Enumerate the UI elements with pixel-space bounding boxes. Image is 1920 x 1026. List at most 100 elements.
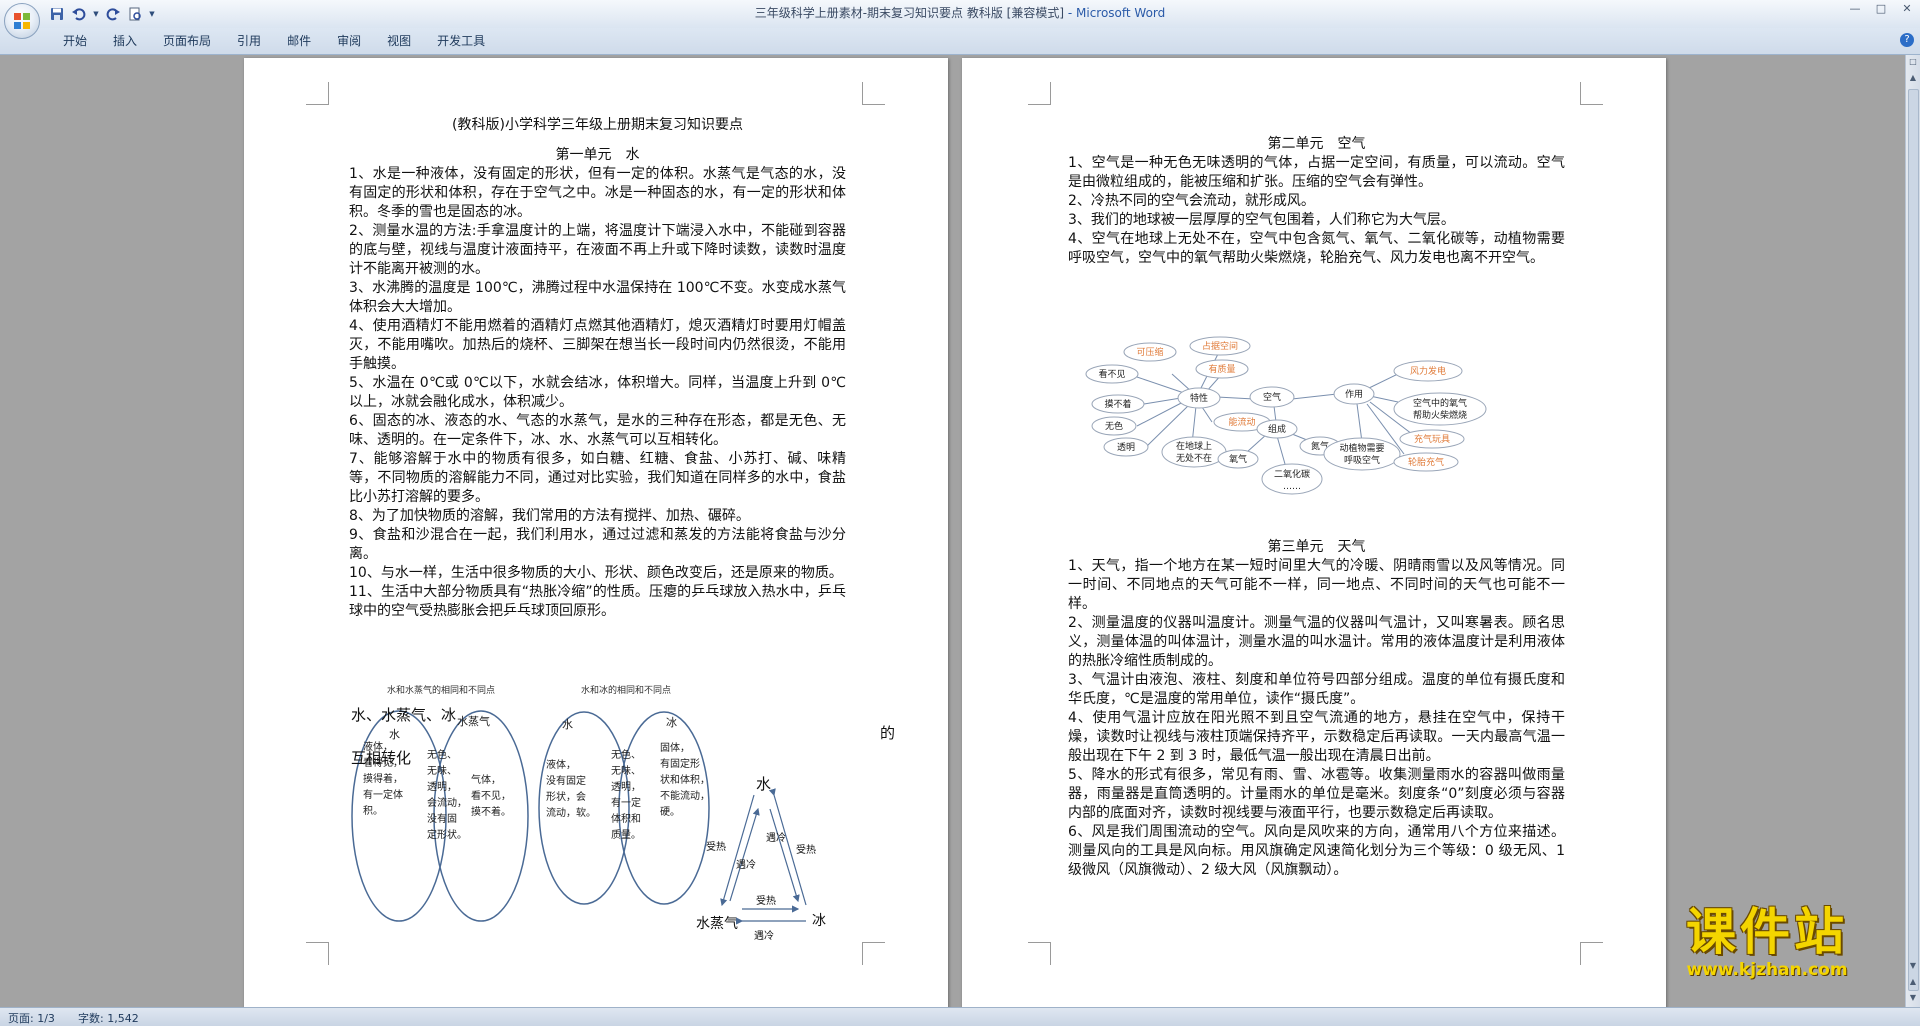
- tab-review[interactable]: 审阅: [324, 28, 374, 54]
- ribbon-tabs: 开始 插入 页面布局 引用 邮件 审阅 视图 开发工具: [50, 28, 498, 54]
- crop-mark: [1580, 942, 1603, 965]
- tab-view[interactable]: 视图: [374, 28, 424, 54]
- mindmap-node: 帮助火柴燃烧: [1413, 409, 1467, 421]
- venn-text: 看不见，: [471, 789, 511, 802]
- arrow: [720, 794, 755, 907]
- venn-text: 有一定体: [363, 788, 403, 801]
- air-mindmap: 可压缩 占据空间 有质量 看不见 摸不着 无色 透明 特性 能流动 在地球上 无…: [1085, 336, 1487, 495]
- close-icon[interactable]: ✕: [1894, 0, 1920, 20]
- venn-label: 冰: [666, 716, 677, 729]
- mindmap-node-composition: 组成: [1268, 423, 1286, 435]
- crop-mark: [862, 942, 885, 965]
- print-preview-icon[interactable]: [126, 5, 144, 23]
- office-button[interactable]: [4, 3, 40, 39]
- customize-toolbar-icon[interactable]: ▼: [148, 5, 156, 23]
- page-2-unit-3: 第三单元 天气 1、天气，指一个地方在某一短时间里大气的冷暖、阴晴雨雪以及风等情…: [1068, 538, 1565, 880]
- paragraph: 3、气温计由液泡、液柱、刻度和单位符号四部分组成。温度的单位有摄氏度和华氏度，℃…: [1068, 672, 1565, 707]
- arrow: [769, 808, 800, 903]
- word-count[interactable]: 字数: 1,542: [78, 1010, 139, 1026]
- paragraph: 7、能够溶解于水中的物质有很多，如白糖、红糖、食盐、小苏打、碱、味精等，不同物质…: [349, 451, 846, 505]
- crop-mark: [1580, 82, 1603, 105]
- document-title: (教科版)小学科学三年级上册期末复习知识要点: [452, 117, 743, 133]
- paragraph: 4、使用气温计应放在阳光照不到且空气流通的地方，悬挂在空气中，保持干燥，读数时让…: [1068, 710, 1565, 764]
- mindmap-node: ……: [1283, 482, 1301, 492]
- page-2: 第二单元 空气 1、空气是一种无色无味透明的气体，占据一定空间，有质量，可以流动…: [962, 58, 1666, 1007]
- venn-label: 水: [389, 728, 400, 741]
- app-name: - Microsoft Word: [1064, 6, 1166, 20]
- mindmap-node: 可压缩: [1136, 346, 1163, 358]
- next-page-icon[interactable]: ▼: [1906, 991, 1920, 1005]
- window-controls: — □ ✕: [1842, 0, 1920, 20]
- mindmap-node: 充气玩具: [1414, 433, 1450, 445]
- venn-text: 透明，: [611, 781, 641, 793]
- crop-mark: [1028, 942, 1051, 965]
- label-cool: 遇冷: [736, 858, 756, 871]
- minimize-icon[interactable]: —: [1842, 0, 1868, 20]
- venn-text: 流动，软。: [546, 806, 596, 819]
- paragraph: 8、为了加快物质的溶解，我们常用的方法有搅拌、加热、碾碎。: [349, 508, 750, 524]
- title-bar: 三年级科学上册素材-期末复习知识要点 教科版 [兼容模式] - Microsof…: [0, 0, 1920, 28]
- tab-mailings[interactable]: 邮件: [274, 28, 324, 54]
- venn-label: 水: [562, 718, 573, 731]
- previous-page-icon[interactable]: ▲: [1906, 975, 1920, 989]
- ruler-toggle-icon[interactable]: □: [1906, 55, 1920, 69]
- mindmap-node: 无色: [1105, 420, 1123, 432]
- redo-icon[interactable]: [104, 5, 122, 23]
- mindmap-node: 能流动: [1228, 416, 1255, 428]
- cycle-node-water: 水: [756, 775, 771, 793]
- venn-text: 液体，: [546, 758, 576, 771]
- venn-text: 会流动，: [427, 796, 467, 809]
- crop-mark: [306, 82, 329, 105]
- paragraph: 9、食盐和沙混合在一起，我们利用水，通过过滤和蒸发的方法能将食盐与沙分离。: [349, 527, 846, 562]
- scroll-thumb[interactable]: [1908, 89, 1919, 991]
- dropdown-icon[interactable]: ▼: [92, 5, 100, 23]
- undo-icon[interactable]: [70, 5, 88, 23]
- tab-references[interactable]: 引用: [224, 28, 274, 54]
- paragraph: 1、天气，指一个地方在某一短时间里大气的冷暖、阴晴雨雪以及风等情况。同一时间、不…: [1068, 558, 1565, 612]
- venn-text: 摸不着。: [471, 805, 511, 818]
- tab-insert[interactable]: 插入: [100, 28, 150, 54]
- status-bar: 页面: 1/3 字数: 1,542: [0, 1007, 1920, 1026]
- maximize-icon[interactable]: □: [1868, 0, 1894, 20]
- label-cool: 遇冷: [754, 929, 774, 942]
- venn-text: 透明，: [427, 781, 457, 793]
- vertical-scrollbar[interactable]: □ ▲ ▼ ▲ ▼: [1905, 55, 1920, 1007]
- tab-developer[interactable]: 开发工具: [424, 28, 498, 54]
- venn-title: 水和水蒸气的相同和不同点: [387, 684, 495, 696]
- venn-water-ice: 水和冰的相同和不同点 水 冰 液体， 没有固定 形状，会 流动，软。 无色、 无…: [538, 684, 710, 905]
- mindmap-node: 在地球上: [1176, 440, 1212, 452]
- venn-text: 形状，会: [546, 790, 586, 803]
- venn-text: 没有固定: [546, 774, 586, 787]
- venn-text: 硬。: [660, 806, 680, 818]
- paragraph: 1、空气是一种无色无味透明的气体，占据一定空间，有质量，可以流动。空气是由微粒组…: [1068, 155, 1565, 190]
- paragraph: 2、测量温度的仪器叫温度计。测量气温的仪器叫气温计，又叫寒暑表。顾名思义，测量体…: [1068, 615, 1565, 669]
- paragraph: 2、冷热不同的空气会流动，就形成风。: [1068, 193, 1315, 209]
- water-state-cycle: 水 水蒸气 冰 受热 遇冷 遇冷 受热 受热 遇冷: [696, 775, 826, 942]
- paragraph: 1、水是一种液体，没有固定的形状，但有一定的体积。水蒸气是气态的水，没有固定的形…: [349, 166, 846, 220]
- venn-text: 有一定: [611, 796, 641, 809]
- help-icon[interactable]: ?: [1900, 33, 1914, 47]
- overlay-text: 水、水蒸气、冰: [351, 706, 457, 724]
- scroll-up-icon[interactable]: ▲: [1906, 71, 1920, 85]
- mindmap-node: 看不见: [1098, 368, 1125, 380]
- mindmap-node-traits: 特性: [1190, 392, 1208, 404]
- mindmap-node: 无处不在: [1176, 452, 1212, 464]
- document-area[interactable]: (教科版)小学科学三年级上册期末复习知识要点 第一单元 水 1、水是一种液体，没…: [0, 55, 1906, 1007]
- scroll-down-icon[interactable]: ▼: [1906, 959, 1920, 973]
- venn-title: 水和冰的相同和不同点: [581, 684, 671, 696]
- venn-text: 无味、: [611, 765, 641, 777]
- mindmap-node: 摸不着: [1104, 398, 1131, 410]
- watermark: 课件站 www.kjzhan.com: [1642, 904, 1892, 989]
- mindmap-node: 有质量: [1208, 363, 1235, 375]
- page-2-unit-2: 第二单元 空气 1、空气是一种无色无味透明的气体，占据一定空间，有质量，可以流动…: [1068, 135, 1565, 268]
- paragraph: 4、使用酒精灯不能用燃着的酒精灯点燃其他酒精灯，熄灭酒精灯时要用灯帽盖灭，不能用…: [349, 318, 846, 372]
- ribbon-tabs-bar: 开始 插入 页面布局 引用 邮件 审阅 视图 开发工具 ?: [0, 28, 1920, 55]
- crop-mark: [306, 942, 329, 965]
- tab-home[interactable]: 开始: [50, 28, 100, 54]
- tab-page-layout[interactable]: 页面布局: [150, 28, 224, 54]
- page-count[interactable]: 页面: 1/3: [8, 1010, 55, 1026]
- mindmap-node: 轮胎充气: [1408, 456, 1444, 468]
- paragraph: 6、固态的冰、液态的水、气态的水蒸气，是水的三种存在形态，都是无色、无味、透明的…: [349, 413, 846, 448]
- page-1-text: (教科版)小学科学三年级上册期末复习知识要点 第一单元 水 1、水是一种液体，没…: [349, 116, 846, 621]
- save-icon[interactable]: [48, 5, 66, 23]
